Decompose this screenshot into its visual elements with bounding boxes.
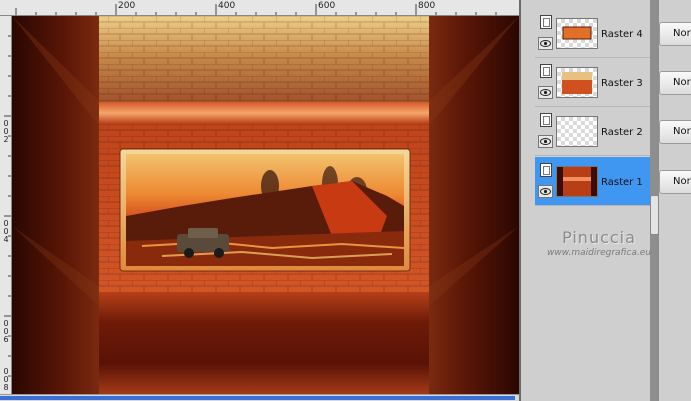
layer-thumbnail: [556, 67, 598, 98]
layer-row-selected[interactable]: Raster 1: [535, 157, 651, 206]
layer-name: Raster 3: [601, 78, 643, 89]
ruler-label: 6: [3, 335, 9, 344]
layer-name: Raster 4: [601, 29, 643, 40]
layers-panel-scrollbar[interactable]: [650, 0, 659, 401]
raster-layer-icon: [540, 64, 552, 78]
layer-thumbnail: [556, 166, 598, 197]
watermark-signature: Pinuccia: [562, 228, 636, 247]
horizontal-ruler-ticks: [15, 4, 497, 15]
layer-name: Raster 1: [601, 177, 643, 188]
artwork: [12, 16, 519, 394]
layer-thumbnail: [556, 116, 598, 147]
blend-mode-select[interactable]: Normal: [659, 120, 691, 144]
layer-controls: [538, 64, 553, 102]
eye-icon[interactable]: [538, 185, 553, 198]
ruler-label: 4: [3, 235, 9, 244]
vertical-ruler: 0 0 2 0 0 4 0 0 6 0 0 8: [0, 16, 12, 401]
layer-row[interactable]: Raster 2: [535, 107, 651, 156]
ruler-label: 800: [418, 1, 436, 11]
ruler-label: 600: [318, 1, 336, 11]
layer-name: Raster 2: [601, 127, 643, 138]
eye-icon[interactable]: [538, 86, 553, 99]
eye-icon[interactable]: [538, 37, 553, 50]
layers-panel: Raster 4 Normal Raster 3 Normal Raster 2…: [521, 0, 691, 401]
raster-layer-icon: [540, 163, 552, 177]
horizontal-scrollbar[interactable]: [0, 394, 520, 401]
layer-controls: [538, 15, 553, 53]
raster-layer-icon: [540, 15, 552, 29]
image-canvas[interactable]: [12, 16, 519, 394]
layer-row[interactable]: Raster 3: [535, 58, 651, 107]
blend-mode-select[interactable]: Normal: [659, 71, 691, 95]
ruler-label: 400: [218, 1, 236, 11]
ruler-label: 200: [118, 1, 136, 11]
horizontal-ruler: 200 400 600 800: [0, 0, 520, 16]
watermark: Pinuccia www.maidiregrafica.eu: [535, 228, 663, 258]
layer-controls: [538, 113, 553, 151]
layer-controls: [538, 163, 553, 201]
image-workspace: 200 400 600 800 0 0 2 0 0 4 0 0 6 0 0 8: [0, 0, 520, 401]
scrollbar-thumb[interactable]: [0, 396, 515, 400]
blend-mode-select[interactable]: Normal: [659, 170, 691, 194]
ruler-label: 8: [3, 383, 9, 392]
eye-icon[interactable]: [538, 135, 553, 148]
ruler-label: 2: [3, 135, 9, 144]
layer-thumbnail: [556, 18, 598, 49]
raster-layer-icon: [540, 113, 552, 127]
blend-mode-select[interactable]: Normal: [659, 22, 691, 46]
layer-row[interactable]: Raster 4: [535, 9, 651, 58]
watermark-url: www.maidiregrafica.eu: [547, 248, 651, 258]
